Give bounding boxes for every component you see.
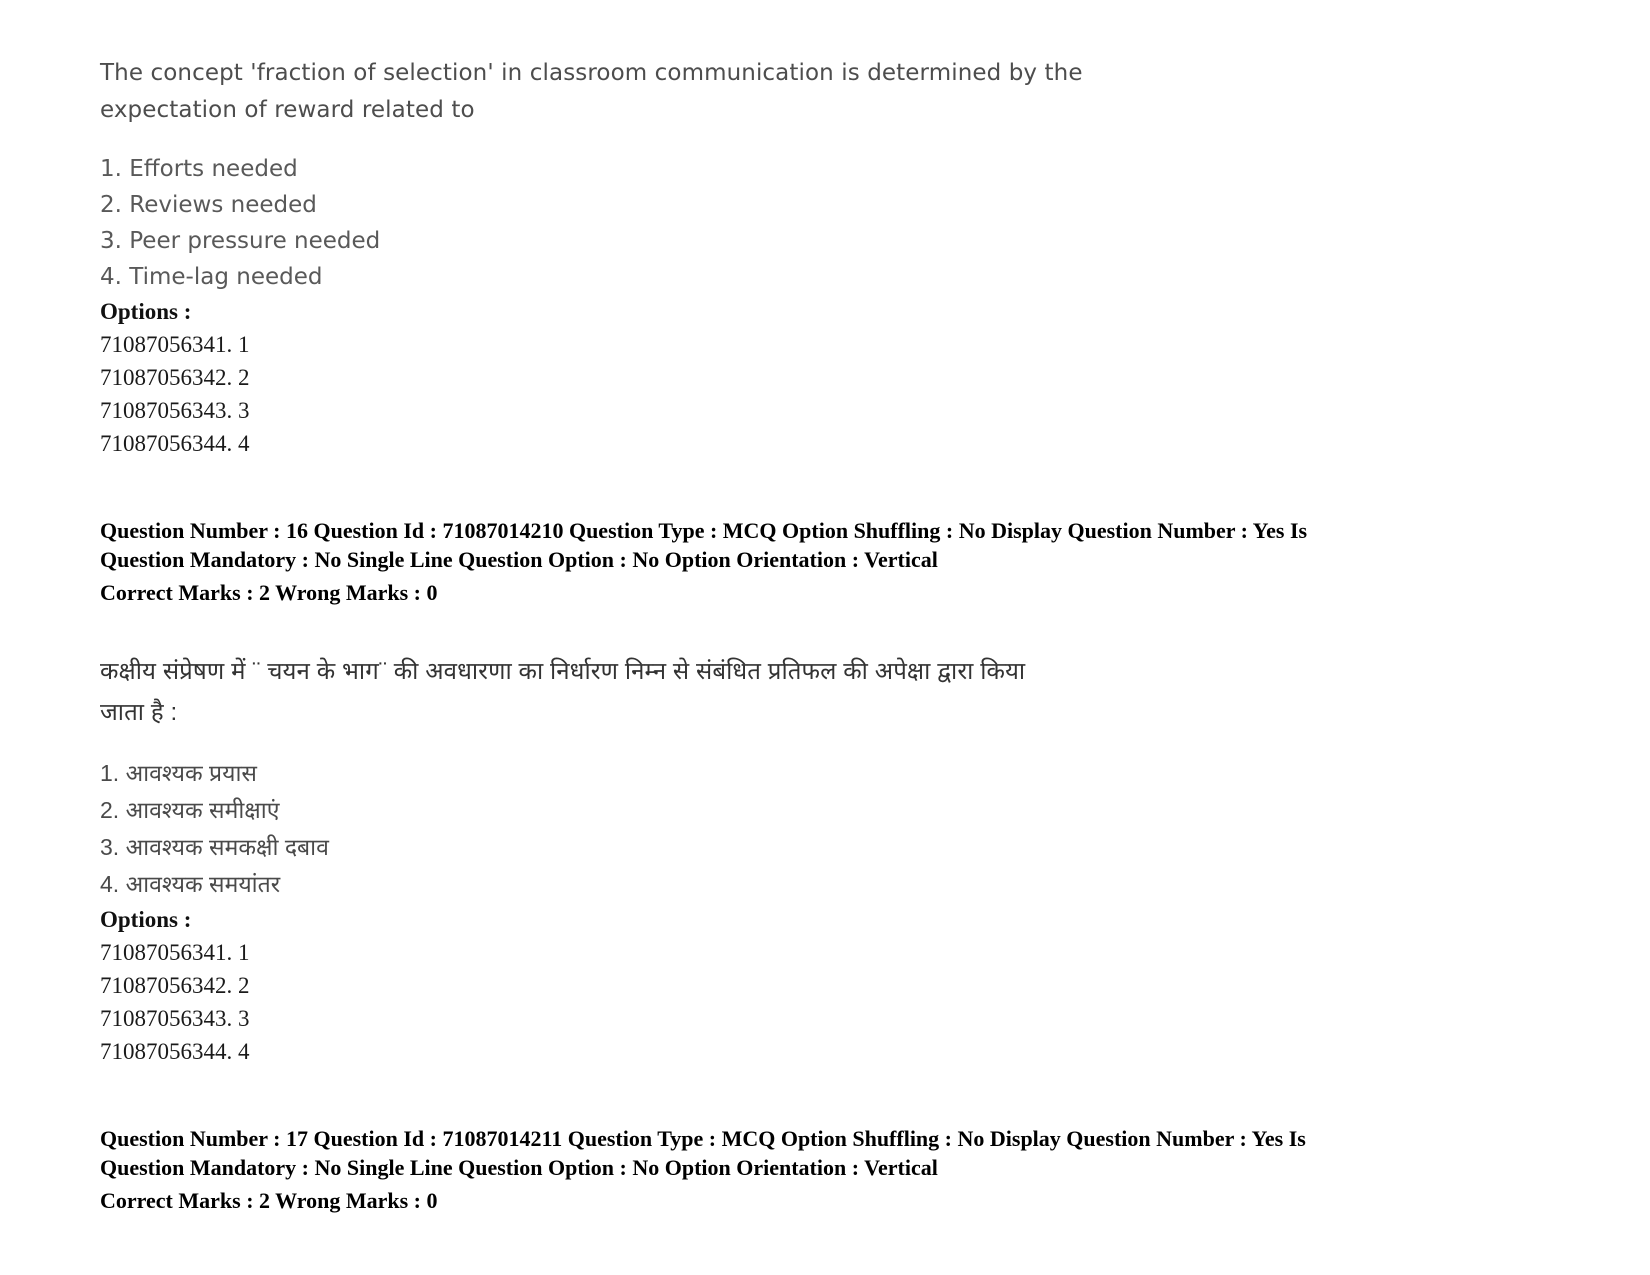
choice-item: 2. Reviews needed bbox=[100, 192, 317, 218]
exam-question-paper-page: The concept 'fraction of selection' in c… bbox=[0, 0, 1650, 1275]
metadata-line-2: Question Mandatory : No Single Line Ques… bbox=[100, 547, 938, 572]
question-block-hindi: कक्षीय संप्रेषण में ¨ चयन के भाग¨ की अवध… bbox=[100, 651, 1550, 1068]
question-stem-line-1: The concept 'fraction of selection' in c… bbox=[100, 60, 1083, 86]
question-stem-english: The concept 'fraction of selection' in c… bbox=[100, 55, 1100, 129]
option-id-item: 71087056343. 3 bbox=[100, 398, 250, 423]
options-label-english: Options : bbox=[100, 299, 192, 324]
choice-item: 2. आवश्यक समीक्षाएं bbox=[100, 797, 280, 823]
choice-item: 1. आवश्यक प्रयास bbox=[100, 760, 257, 786]
question-stem-hindi: कक्षीय संप्रेषण में ¨ चयन के भाग¨ की अवध… bbox=[100, 651, 1110, 733]
option-id-item: 71087056343. 3 bbox=[100, 1006, 250, 1031]
question-stem-line-2: expectation of reward related to bbox=[100, 97, 475, 123]
metadata-line-1: Question Number : 16 Question Id : 71087… bbox=[100, 518, 1308, 543]
question-block-english: The concept 'fraction of selection' in c… bbox=[100, 55, 1550, 460]
metadata-marks-line: Correct Marks : 2 Wrong Marks : 0 bbox=[100, 580, 438, 605]
question-metadata-17: Question Number : 17 Question Id : 71087… bbox=[100, 1124, 1430, 1215]
option-id-item: 71087056341. 1 bbox=[100, 940, 250, 965]
option-id-item: 71087056344. 4 bbox=[100, 431, 250, 456]
options-label-hindi: Options : bbox=[100, 907, 192, 932]
option-id-item: 71087056344. 4 bbox=[100, 1039, 250, 1064]
choice-item: 4. Time-lag needed bbox=[100, 264, 323, 290]
option-id-item: 71087056342. 2 bbox=[100, 973, 250, 998]
question-stem-line-1: कक्षीय संप्रेषण में ¨ चयन के भाग¨ की अवध… bbox=[100, 658, 1026, 685]
choice-item: 3. Peer pressure needed bbox=[100, 228, 381, 254]
option-id-list-english: 71087056341. 1 71087056342. 2 7108705634… bbox=[100, 328, 1550, 460]
question-stem-line-2: जाता है : bbox=[100, 699, 178, 726]
question-metadata-16: Question Number : 16 Question Id : 71087… bbox=[100, 516, 1430, 607]
question-choice-list-english: 1. Efforts needed 2. Reviews needed 3. P… bbox=[100, 151, 1550, 295]
metadata-line-1: Question Number : 17 Question Id : 71087… bbox=[100, 1126, 1306, 1151]
option-id-list-hindi: 71087056341. 1 71087056342. 2 7108705634… bbox=[100, 936, 1550, 1068]
question-choice-list-hindi: 1. आवश्यक प्रयास 2. आवश्यक समीक्षाएं 3. … bbox=[100, 755, 1550, 903]
option-id-item: 71087056341. 1 bbox=[100, 332, 250, 357]
choice-item: 3. आवश्यक समकक्षी दबाव bbox=[100, 834, 329, 860]
metadata-marks-line: Correct Marks : 2 Wrong Marks : 0 bbox=[100, 1188, 438, 1213]
choice-item: 1. Efforts needed bbox=[100, 156, 298, 182]
choice-item: 4. आवश्यक समयांतर bbox=[100, 871, 281, 897]
option-id-item: 71087056342. 2 bbox=[100, 365, 250, 390]
metadata-line-2: Question Mandatory : No Single Line Ques… bbox=[100, 1155, 938, 1180]
